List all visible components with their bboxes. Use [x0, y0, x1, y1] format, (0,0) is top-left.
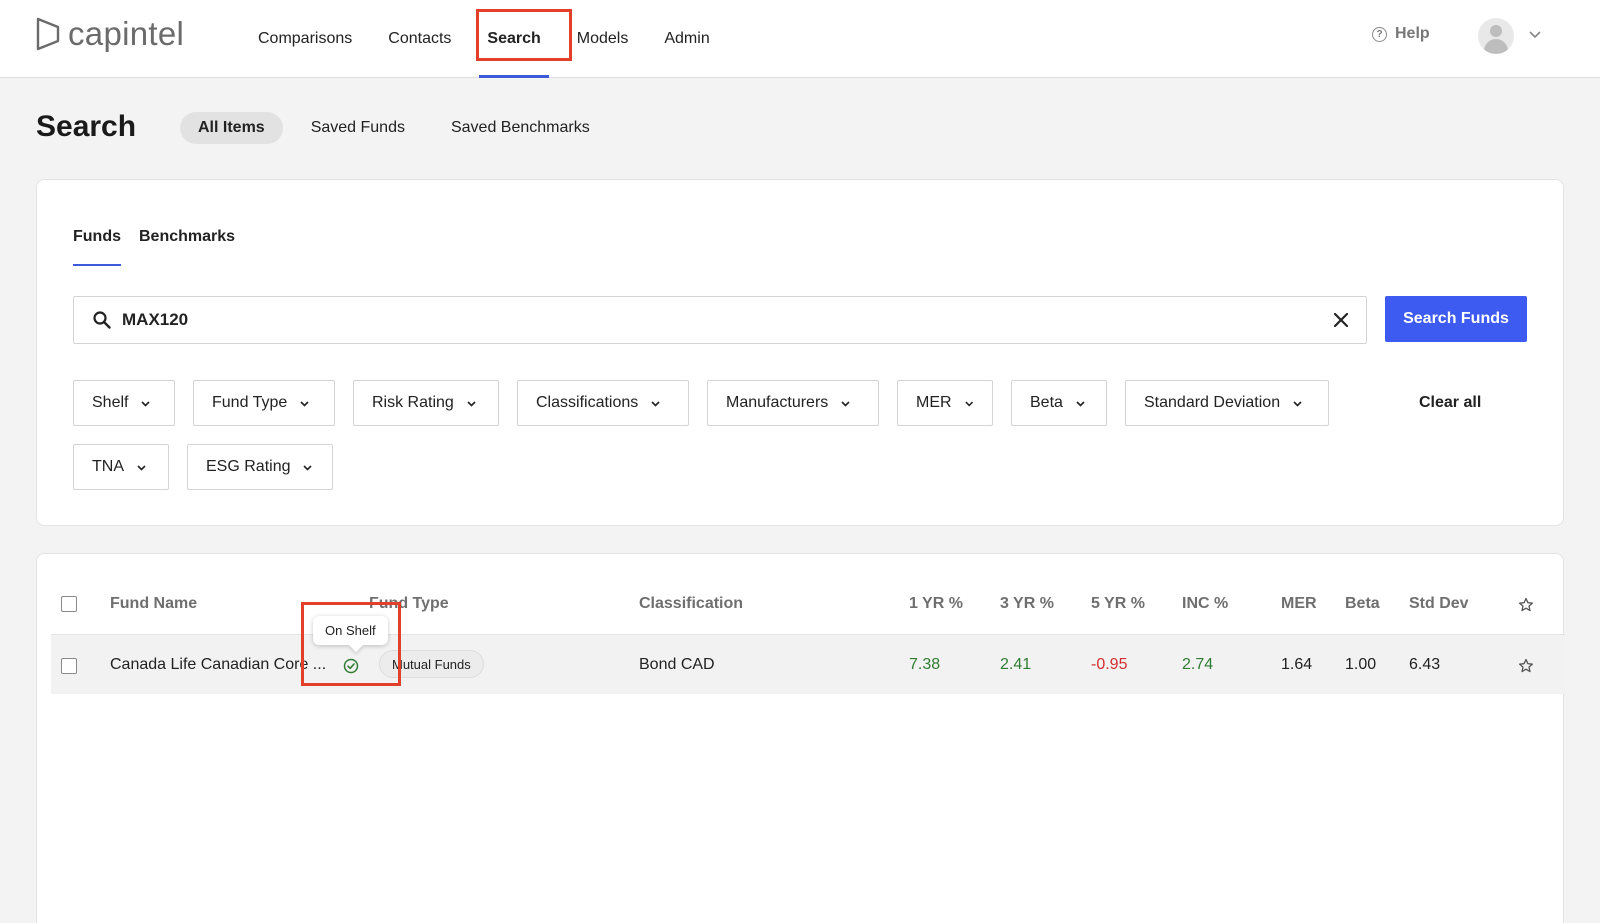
filter-risk-rating[interactable]: Risk Rating	[353, 380, 499, 426]
avatar-head	[1490, 25, 1502, 37]
subtab-all-items[interactable]: All Items	[180, 112, 283, 144]
favorite-star-icon[interactable]	[1518, 658, 1534, 674]
column-header-1yr[interactable]: 1 YR %	[909, 595, 963, 613]
classification-cell: Bond CAD	[639, 656, 715, 673]
column-header-classification[interactable]: Classification	[639, 595, 743, 613]
results-table: Fund Name Fund Type Classification 1 YR …	[36, 553, 1565, 923]
tab-funds[interactable]: Funds	[73, 228, 121, 266]
search-input[interactable]	[122, 310, 1272, 330]
chevron-down-icon	[137, 464, 146, 471]
chevron-down-icon	[651, 400, 660, 407]
chevron-down-icon	[300, 400, 309, 407]
filter-label: ESG Rating	[206, 458, 291, 475]
column-header-mer[interactable]: MER	[1281, 595, 1317, 613]
help-link[interactable]: ? Help	[1372, 25, 1430, 43]
filter-classifications[interactable]: Classifications	[517, 380, 689, 426]
logo-mark-icon	[36, 17, 60, 51]
check-circle-icon[interactable]	[343, 658, 359, 674]
filter-label: Standard Deviation	[1144, 394, 1281, 411]
filter-label: Shelf	[92, 394, 129, 411]
filter-tna[interactable]: TNA	[73, 444, 169, 490]
column-header-std-dev[interactable]: Std Dev	[1409, 595, 1469, 613]
column-header-3yr[interactable]: 3 YR %	[1000, 595, 1054, 613]
chevron-down-icon	[467, 400, 476, 407]
logo[interactable]: capintel	[36, 15, 185, 52]
std-dev-cell: 6.43	[1409, 656, 1441, 673]
filter-label: TNA	[92, 458, 124, 475]
user-menu-chevron-down-icon[interactable]	[1528, 27, 1542, 41]
column-header-inc[interactable]: INC %	[1182, 595, 1228, 613]
help-icon: ?	[1372, 26, 1387, 42]
filter-label: Classifications	[536, 394, 639, 411]
clear-all-button[interactable]: Clear all	[1419, 394, 1481, 412]
filter-mer[interactable]: MER	[897, 380, 993, 426]
filter-shelf[interactable]: Shelf	[73, 380, 175, 426]
yr1-cell: 7.38	[909, 656, 941, 673]
column-header-5yr[interactable]: 5 YR %	[1091, 595, 1145, 613]
help-label: Help	[1395, 25, 1430, 42]
tab-benchmarks[interactable]: Benchmarks	[139, 228, 235, 266]
subtab-saved-benchmarks[interactable]: Saved Benchmarks	[433, 112, 608, 144]
yr3-cell: 2.41	[1000, 656, 1032, 673]
filter-standard-deviation[interactable]: Standard Deviation	[1125, 380, 1329, 426]
logo-wordmark: capintel	[68, 15, 185, 52]
on-shelf-tooltip: On Shelf	[313, 616, 388, 645]
page-title: Search	[36, 110, 137, 143]
favorites-header-star-icon[interactable]	[1518, 597, 1534, 613]
filter-fund-type[interactable]: Fund Type	[193, 380, 335, 426]
filter-label: MER	[916, 394, 952, 411]
nav-search[interactable]: Search	[469, 0, 558, 78]
search-funds-button[interactable]: Search Funds	[1385, 296, 1527, 342]
yr5-cell: -0.95	[1091, 656, 1128, 673]
main-nav: Comparisons Contacts Search Models Admin	[240, 0, 728, 78]
chevron-down-icon	[1293, 400, 1302, 407]
row-checkbox[interactable]	[61, 658, 77, 674]
nav-admin[interactable]: Admin	[646, 0, 727, 78]
search-icon	[93, 311, 111, 329]
column-header-beta[interactable]: Beta	[1345, 595, 1380, 613]
avatar[interactable]	[1478, 18, 1514, 54]
inc-cell: 2.74	[1182, 656, 1214, 673]
filter-beta[interactable]: Beta	[1011, 380, 1107, 426]
filter-manufacturers[interactable]: Manufacturers	[707, 380, 879, 426]
search-tabs: Funds Benchmarks	[73, 228, 235, 266]
column-header-fund-name[interactable]: Fund Name	[110, 595, 197, 613]
mer-cell: 1.64	[1281, 656, 1313, 673]
chevron-down-icon	[141, 400, 151, 407]
top-bar: capintel Comparisons Contacts Search Mod…	[0, 0, 1600, 78]
fund-name-cell[interactable]: Canada Life Canadian Core ...	[110, 656, 326, 674]
search-card: Funds Benchmarks Search Funds Shelf Fund…	[36, 179, 1564, 526]
chevron-down-icon	[841, 400, 850, 407]
chevron-down-icon	[964, 401, 973, 406]
fund-type-badge: Mutual Funds	[379, 650, 484, 678]
filter-label: Risk Rating	[372, 394, 454, 411]
beta-cell: 1.00	[1345, 656, 1377, 673]
close-icon[interactable]	[1332, 311, 1350, 329]
select-all-checkbox[interactable]	[61, 596, 77, 612]
search-box	[73, 296, 1367, 344]
filter-label: Beta	[1030, 394, 1063, 411]
chevron-down-icon	[1076, 400, 1085, 407]
filter-label: Manufacturers	[726, 394, 829, 411]
column-header-fund-type[interactable]: Fund Type	[369, 595, 449, 613]
nav-contacts[interactable]: Contacts	[370, 0, 469, 78]
filter-label: Fund Type	[212, 394, 288, 411]
avatar-body	[1484, 39, 1508, 54]
nav-models[interactable]: Models	[559, 0, 647, 78]
nav-comparisons[interactable]: Comparisons	[240, 0, 370, 78]
chevron-down-icon	[303, 464, 313, 471]
subtabs: All Items Saved Funds Saved Benchmarks	[180, 112, 608, 144]
filter-esg-rating[interactable]: ESG Rating	[187, 444, 333, 490]
subtab-saved-funds[interactable]: Saved Funds	[293, 112, 423, 144]
